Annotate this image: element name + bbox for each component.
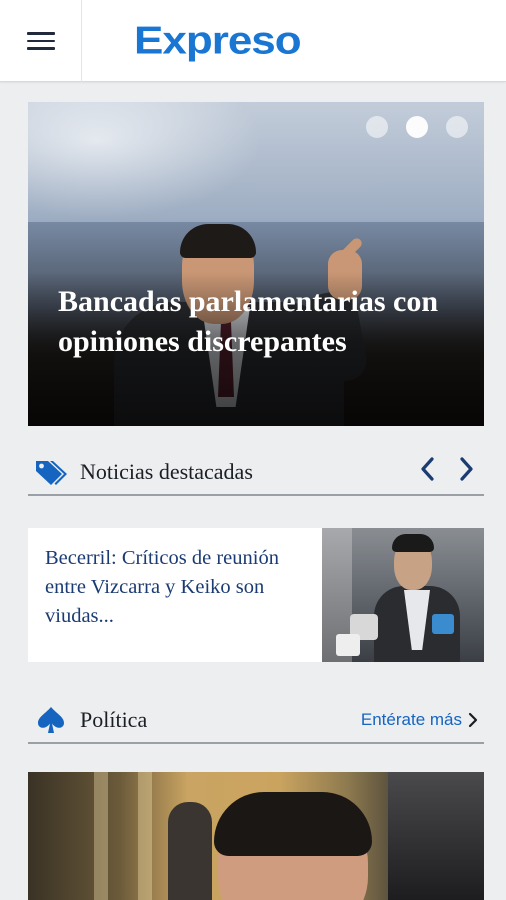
politics-lead-image[interactable]: [28, 772, 484, 900]
chevron-right-icon[interactable]: [468, 712, 478, 728]
slider-dot-1[interactable]: [366, 116, 388, 138]
politics-section-header: Política Entérate más: [28, 696, 484, 744]
spade-icon: [38, 707, 64, 733]
news-headline[interactable]: Becerril: Críticos de reunión entre Vizc…: [45, 544, 307, 631]
hamburger-icon: [26, 27, 55, 55]
hero-slider[interactable]: Bancadas parlamentarias con opiniones di…: [28, 102, 484, 426]
slider-dot-3[interactable]: [446, 116, 468, 138]
see-more-label[interactable]: Entérate más: [361, 710, 462, 730]
microphone: [432, 614, 454, 634]
image-column: [94, 772, 108, 900]
image-background-person: [168, 802, 212, 900]
slider-dots: [366, 116, 468, 138]
news-thumbnail[interactable]: [322, 528, 484, 662]
thumbnail-hair: [392, 534, 434, 552]
see-more-link[interactable]: Entérate más: [361, 710, 478, 730]
tags-icon: [36, 461, 67, 485]
chevron-right-icon[interactable]: [458, 456, 476, 482]
microphone: [336, 634, 360, 656]
image-hair: [214, 792, 372, 856]
featured-nav: [418, 456, 476, 482]
slider-dot-2[interactable]: [406, 116, 428, 138]
hero-image-hair: [180, 224, 256, 258]
site-logo[interactable]: Expreso: [134, 19, 302, 63]
section-title: Noticias destacadas: [80, 459, 253, 484]
featured-news-card[interactable]: Becerril: Críticos de reunión entre Vizc…: [28, 528, 484, 662]
menu-button[interactable]: [0, 0, 82, 82]
image-right-side: [388, 772, 484, 900]
image-column: [138, 772, 152, 900]
hero-headline[interactable]: Bancadas parlamentarias con opiniones di…: [58, 282, 458, 362]
section-title: Política: [80, 707, 148, 732]
chevron-left-icon[interactable]: [418, 456, 436, 482]
featured-section-header: Noticias destacadas: [28, 448, 484, 496]
top-header: Expreso: [0, 0, 506, 82]
